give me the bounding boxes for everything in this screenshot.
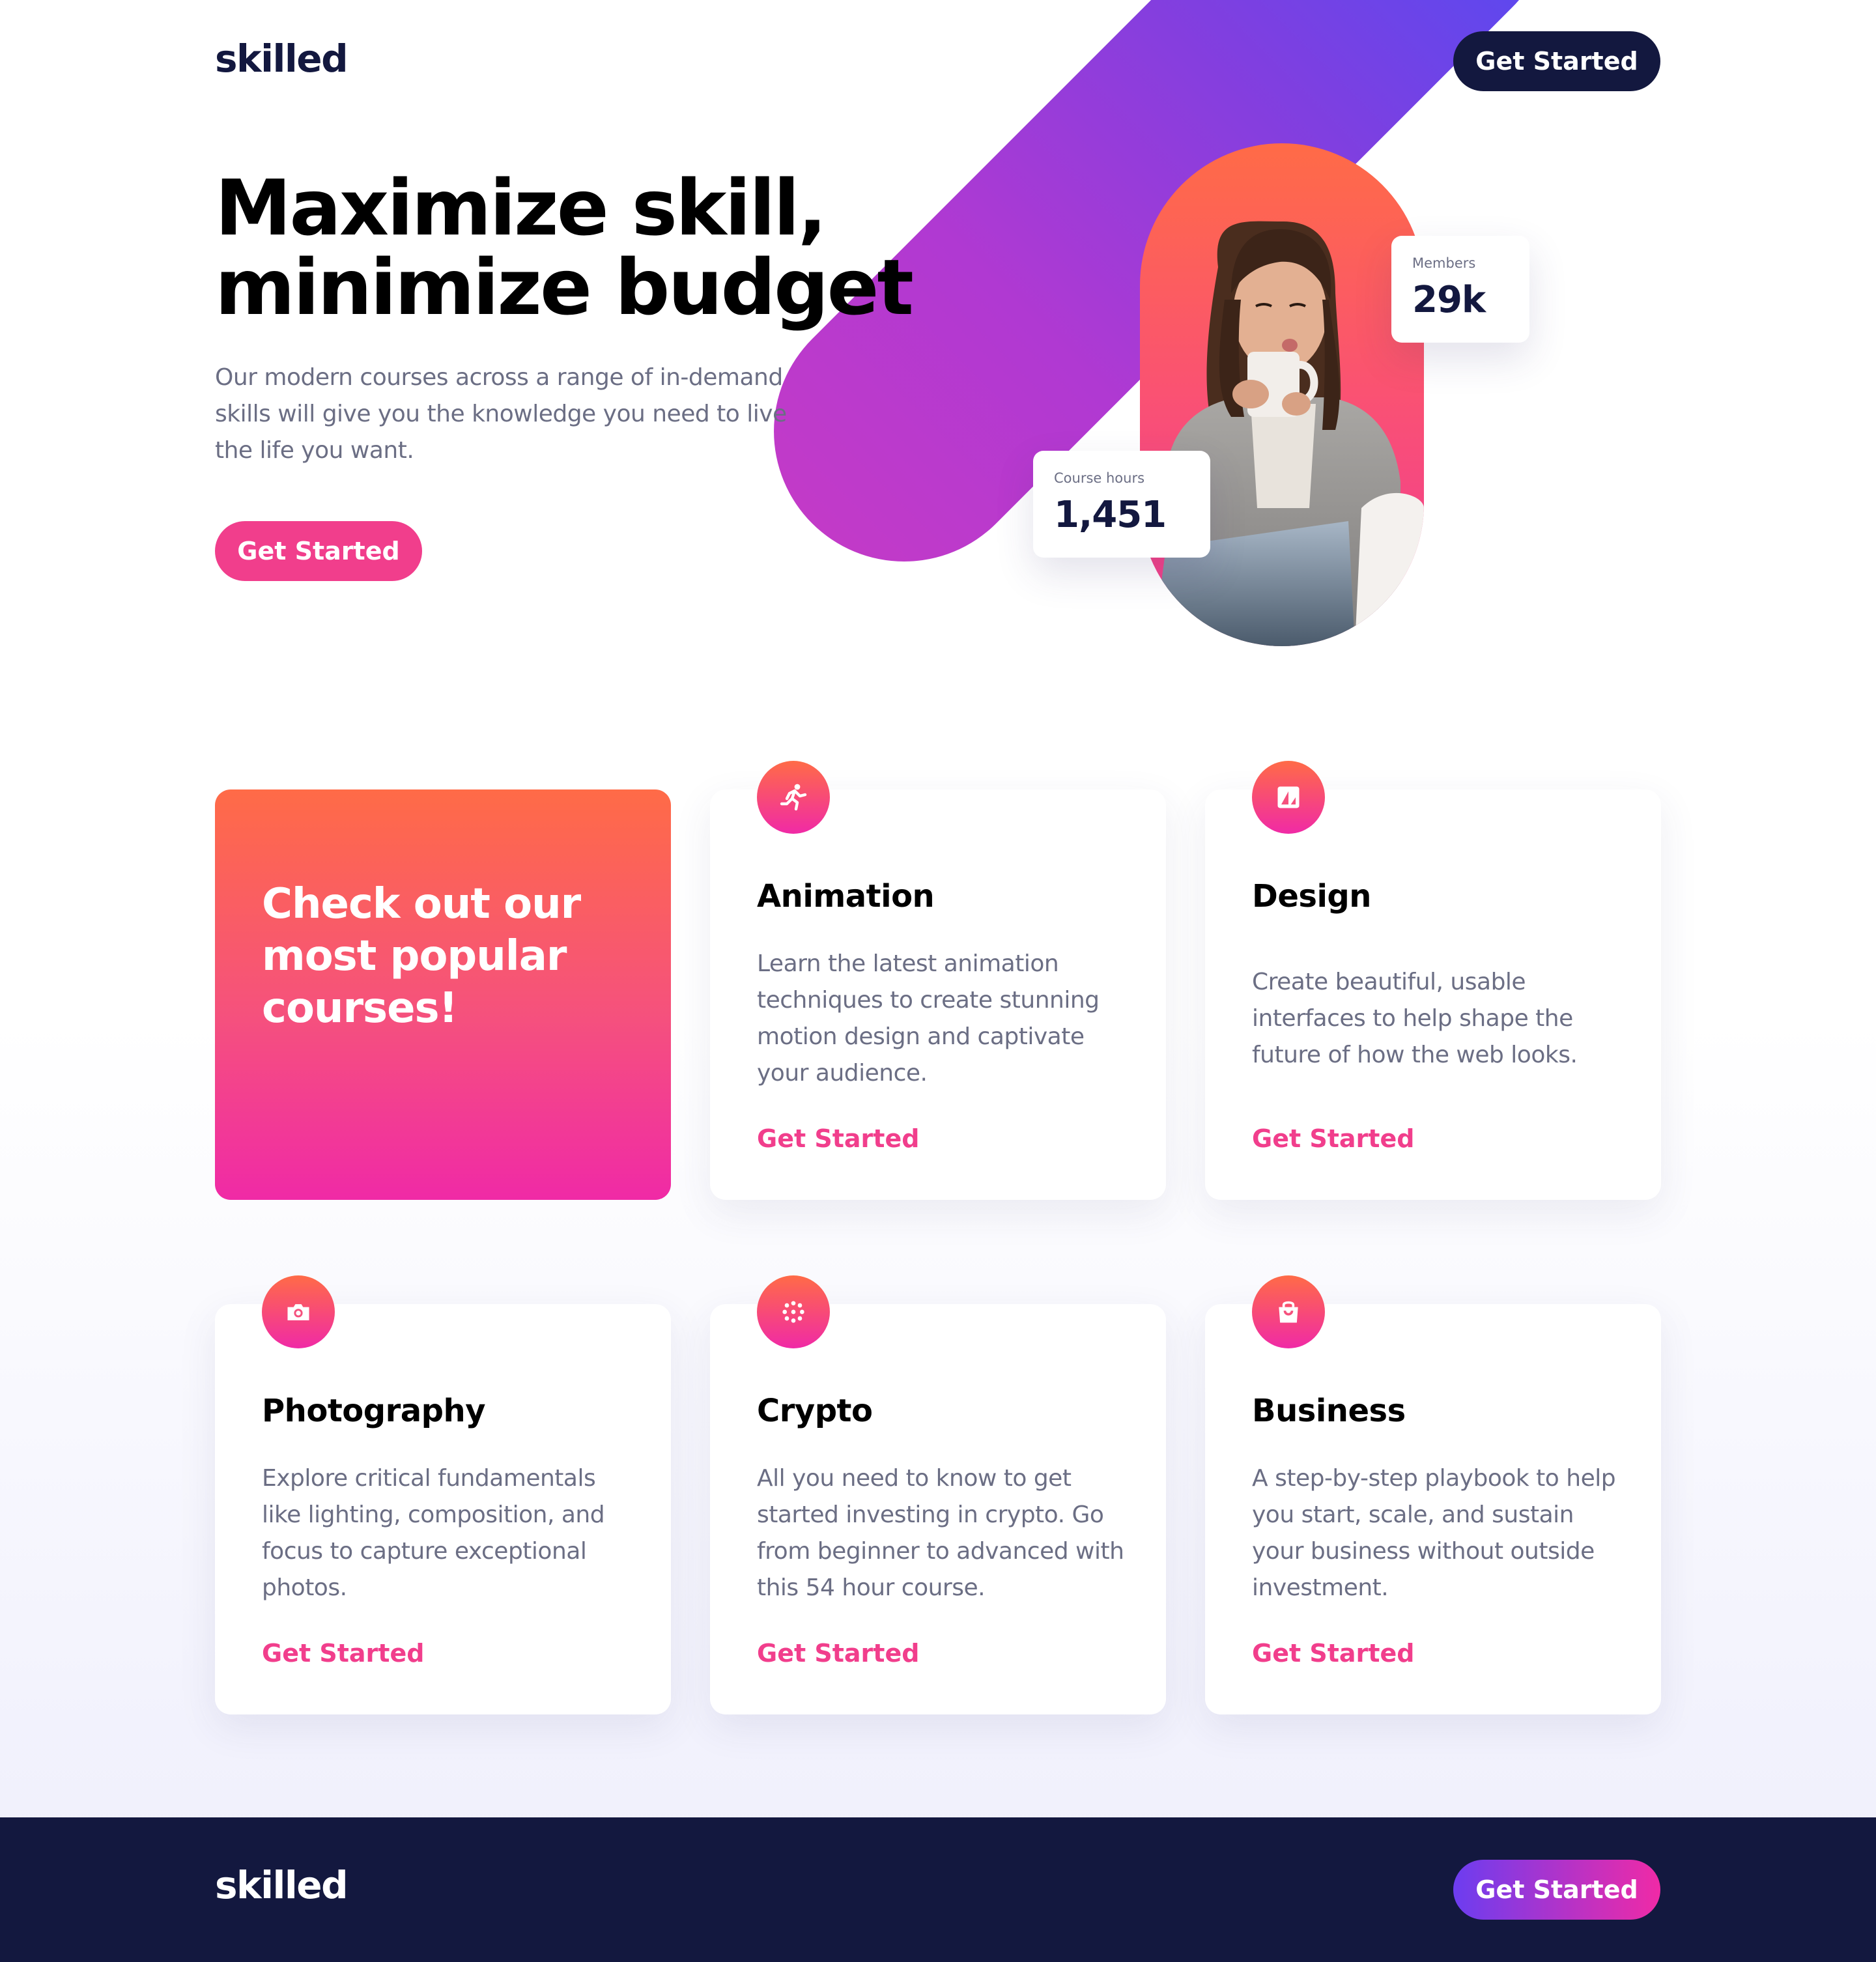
course-title: Business [1252, 1393, 1406, 1429]
course-hours-label: Course hours [1054, 470, 1145, 486]
footer: skilled Get Started [0, 1817, 1876, 1962]
members-stat-card: Members 29k [1391, 236, 1529, 343]
header-logo[interactable]: skilled [215, 36, 348, 81]
footer-logo[interactable]: skilled [215, 1863, 348, 1907]
course-card-animation[interactable]: Animation Learn the latest animation tec… [710, 761, 1166, 1200]
design-frame-icon [1252, 761, 1325, 834]
course-get-started-link[interactable]: Get Started [262, 1639, 424, 1668]
course-title: Crypto [757, 1393, 873, 1429]
course-get-started-link[interactable]: Get Started [757, 1124, 919, 1153]
hero-title-line-2: minimize budget [215, 242, 914, 332]
popular-courses-promo-card: Check out our most popular courses! [215, 789, 671, 1200]
course-title: Animation [757, 878, 935, 915]
hero-title-line-1: Maximize skill, [215, 163, 827, 253]
running-figure-icon [757, 761, 830, 834]
footer-get-started-button[interactable]: Get Started [1453, 1860, 1660, 1920]
crypto-dots-icon [757, 1275, 830, 1348]
course-card-design[interactable]: Design Create beautiful, usable interfac… [1205, 761, 1661, 1200]
course-card-photography[interactable]: Photography Explore critical fundamental… [215, 1275, 671, 1714]
members-label: Members [1412, 255, 1476, 271]
course-description: Learn the latest animation techniques to… [757, 950, 1100, 1087]
course-description: Explore critical fundamentals like light… [262, 1465, 605, 1601]
course-title: Photography [262, 1393, 486, 1429]
hero-get-started-button[interactable]: Get Started [215, 521, 422, 581]
header-get-started-button[interactable]: Get Started [1453, 31, 1660, 91]
course-title: Design [1252, 878, 1371, 915]
course-hours-stat-card: Course hours 1,451 [1033, 451, 1210, 558]
hero-photo [1140, 143, 1424, 646]
course-get-started-link[interactable]: Get Started [757, 1639, 919, 1668]
promo-title: Check out our most popular courses! [262, 880, 581, 1032]
course-get-started-link[interactable]: Get Started [1252, 1639, 1414, 1668]
course-description: Create beautiful, usable interfaces to h… [1252, 969, 1578, 1068]
person-with-mug-illustration [1153, 221, 1424, 646]
shopping-bag-icon [1252, 1275, 1325, 1348]
course-card-business[interactable]: Business A step-by-step playbook to help… [1205, 1275, 1661, 1714]
camera-icon [262, 1275, 335, 1348]
course-hours-value: 1,451 [1054, 494, 1167, 536]
members-value: 29k [1412, 279, 1486, 321]
course-description: All you need to know to get started inve… [757, 1465, 1124, 1601]
hero-title: Maximize skill, minimize budget [215, 168, 931, 327]
course-description: A step-by-step playbook to help you star… [1252, 1465, 1616, 1601]
hero-description: Our modern courses across a range of in-… [215, 364, 787, 464]
course-get-started-link[interactable]: Get Started [1252, 1124, 1414, 1153]
course-card-crypto[interactable]: Crypto All you need to know to get start… [710, 1275, 1166, 1714]
